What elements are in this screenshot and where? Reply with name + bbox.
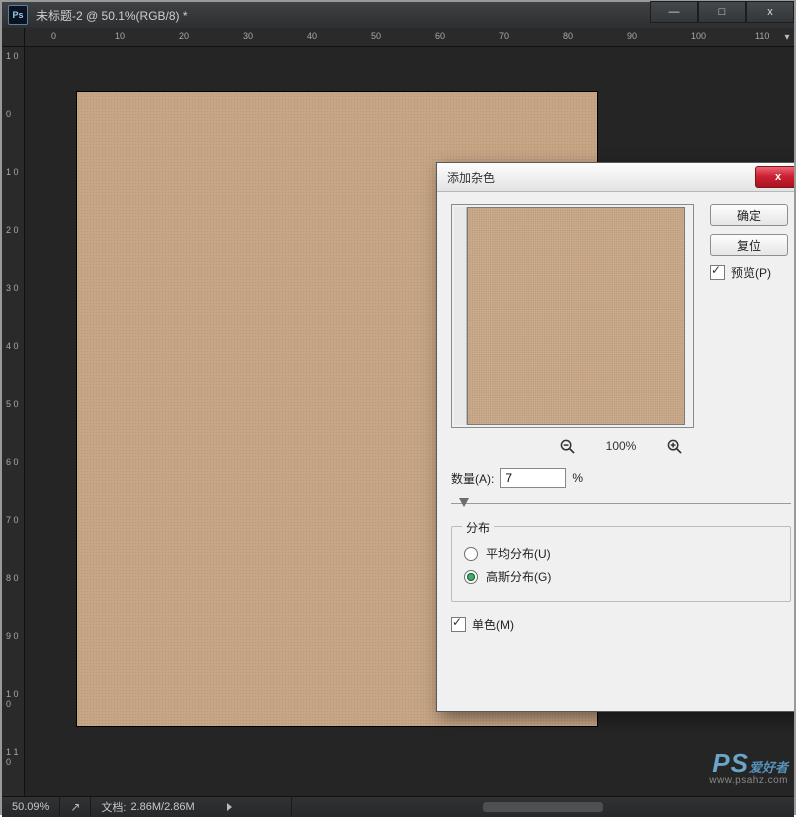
dialog-body: 确定 复位 预览(P) 100% — [437, 192, 794, 645]
close-window-button[interactable]: x — [746, 1, 794, 23]
status-bar: 50.09% ↗ 文档: 2.86M/2.86M — [2, 796, 794, 817]
share-icon[interactable]: ↗ — [60, 797, 91, 817]
ruler-tick: 100 — [691, 31, 706, 41]
ruler-tick: 30 — [243, 31, 253, 41]
ruler-tick: 110 — [755, 31, 769, 41]
ruler-tick: 5 0 — [6, 399, 19, 409]
ruler-tick: 4 0 — [6, 341, 19, 351]
uniform-radio-label: 平均分布(U) — [486, 545, 551, 562]
scrollbar-thumb[interactable] — [482, 801, 604, 813]
distribution-group: 分布 平均分布(U) 高斯分布(G) — [451, 526, 791, 602]
canvas-viewport[interactable]: 添加杂色 x 确定 复位 — [25, 47, 794, 796]
preview-image[interactable] — [467, 207, 685, 425]
zoom-level-label: 100% — [606, 439, 637, 453]
dialog-title: 添加杂色 — [437, 169, 755, 186]
watermark: PS爱好者 www.psahz.com — [709, 750, 788, 786]
preview-scrollbar[interactable] — [454, 207, 467, 425]
amount-slider[interactable] — [451, 494, 791, 512]
amount-unit: % — [572, 471, 583, 485]
uniform-radio[interactable] — [464, 547, 478, 561]
add-noise-dialog: 添加杂色 x 确定 复位 — [436, 162, 794, 712]
ruler-vertical: 1 0 0 1 0 2 0 3 0 4 0 5 0 6 0 7 0 8 0 9 … — [2, 47, 25, 796]
watermark-sub: 爱好者 — [749, 760, 788, 775]
zoom-controls: 100% — [451, 438, 791, 454]
title-bar: Ps 未标题-2 @ 50.1%(RGB/8) * — □ x — [2, 2, 794, 28]
ruler-tick: 7 0 — [6, 515, 19, 525]
ruler-tick: 70 — [499, 31, 509, 41]
watermark-brand: PS — [712, 748, 749, 778]
minimize-button[interactable]: — — [650, 1, 698, 23]
ruler-tick: 6 0 — [6, 457, 19, 467]
restore-button[interactable]: □ — [698, 1, 746, 23]
ruler-tick: 50 — [371, 31, 381, 41]
zoom-in-icon[interactable] — [666, 438, 682, 454]
distribution-group-label: 分布 — [462, 519, 494, 536]
watermark-url: www.psahz.com — [709, 776, 788, 786]
ruler-tick: 0 — [51, 31, 56, 41]
ruler-horizontal: 0 10 20 30 40 50 60 70 80 90 100 110 ▾ — [2, 28, 794, 47]
ruler-tick: 10 — [115, 31, 125, 41]
gaussian-radio[interactable] — [464, 570, 478, 584]
window-controls: — □ x — [650, 2, 794, 28]
ruler-tick: 1 0 0 — [6, 689, 24, 709]
ok-button[interactable]: 确定 — [710, 204, 788, 226]
ruler-tick: 1 0 — [6, 167, 19, 177]
ruler-horizontal-ticks: 0 10 20 30 40 50 60 70 80 90 100 110 — [25, 28, 780, 46]
ruler-tick: 2 0 — [6, 225, 19, 235]
ruler-tick: 9 0 — [6, 631, 19, 641]
app-icon: Ps — [8, 5, 28, 25]
monochrome-checkbox-label: 单色(M) — [472, 616, 514, 633]
gaussian-radio-label: 高斯分布(G) — [486, 568, 551, 585]
amount-input[interactable] — [500, 468, 566, 488]
ruler-tick: 1 0 — [6, 51, 19, 61]
ruler-origin[interactable] — [2, 28, 25, 46]
noise-texture — [468, 208, 684, 424]
amount-label: 数量(A): — [451, 470, 494, 487]
document-title: 未标题-2 @ 50.1%(RGB/8) * — [34, 7, 650, 24]
monochrome-checkbox[interactable] — [451, 617, 466, 632]
preview-panel — [451, 204, 694, 428]
ruler-tick: 1 1 0 — [6, 747, 24, 767]
canvas-area: 1 0 0 1 0 2 0 3 0 4 0 5 0 6 0 7 0 8 0 9 … — [2, 47, 794, 796]
ruler-tick: 40 — [307, 31, 317, 41]
reset-button[interactable]: 复位 — [710, 234, 788, 256]
zoom-level-status[interactable]: 50.09% — [2, 797, 60, 817]
ruler-tick: 3 0 — [6, 283, 19, 293]
zoom-out-icon[interactable] — [560, 438, 576, 454]
ruler-tick: 60 — [435, 31, 445, 41]
ruler-tick: 0 — [6, 109, 11, 119]
ruler-tick: 80 — [563, 31, 573, 41]
doc-info-label: 文档: — [101, 799, 126, 815]
dialog-close-button[interactable]: x — [755, 166, 794, 188]
dialog-titlebar[interactable]: 添加杂色 x — [437, 163, 794, 192]
ruler-tick: 20 — [179, 31, 189, 41]
doc-info-menu-icon[interactable] — [227, 803, 232, 811]
doc-info-value: 2.86M/2.86M — [130, 801, 194, 813]
preview-checkbox[interactable] — [710, 265, 725, 280]
horizontal-scrollbar[interactable] — [292, 801, 794, 813]
ruler-tick: 8 0 — [6, 573, 19, 583]
slider-thumb[interactable] — [459, 498, 469, 507]
preview-checkbox-label: 预览(P) — [731, 264, 771, 281]
ruler-tick: 90 — [627, 31, 637, 41]
ruler-menu-icon[interactable]: ▾ — [780, 28, 794, 46]
